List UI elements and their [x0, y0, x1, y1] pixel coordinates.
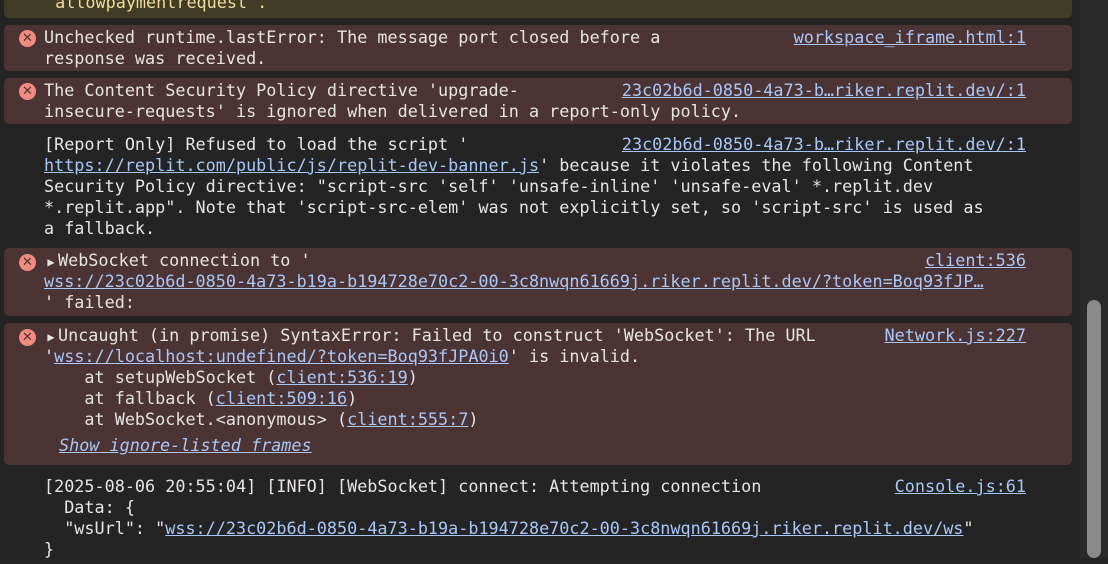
source-link[interactable]: 23c02b6d-0850-4a73-b…riker.replit.dev/:1 [621, 134, 1026, 155]
message-text-line: response was received. [44, 48, 267, 68]
scrollbar-thumb[interactable] [1087, 300, 1101, 558]
script-url-link[interactable]: https://replit.com/public/js/replit-dev-… [44, 155, 539, 175]
message-text-line: https://replit.com/public/js/replit-dev-… [44, 155, 974, 176]
message-text-line: The Content Security Policy directive 'u… [44, 80, 519, 100]
console-error-runtime-lasterror: ✕ Unchecked runtime.lastError: The messa… [4, 25, 1072, 71]
ws-url-link[interactable]: wss://23c02b6d-0850-4a73-b19a-b194728e70… [165, 518, 963, 538]
console-error-uncaught-syntaxerror[interactable]: ✕ ▶ Uncaught (in promise) SyntaxError: Fa… [4, 323, 1072, 465]
message-text-line: } [44, 539, 55, 559]
invalid-url-link[interactable]: wss://localhost:undefined/?token=Boq93fJ… [54, 346, 509, 366]
stack-frame-link[interactable]: client:555:7 [347, 409, 468, 429]
message-text-line: Unchecked runtime.lastError: The message… [44, 27, 661, 47]
websocket-url-link[interactable]: wss://23c02b6d-0850-4a73-b19a-b194728e70… [44, 271, 984, 292]
message-text-line: ▶ Uncaught (in promise) SyntaxError: Fail… [44, 325, 815, 348]
source-link[interactable]: Console.js:61 [894, 476, 1026, 497]
error-circle-icon: ✕ [19, 30, 36, 47]
message-text-line: ' failed: [44, 292, 135, 312]
stack-frame: at setupWebSocket (client:536:19) [44, 367, 418, 387]
error-circle-icon: ✕ [19, 83, 36, 100]
message-text-line: insecure-requests' is ignored when deliv… [44, 101, 742, 121]
message-text-line: ▶ WebSocket connection to ' [44, 250, 310, 273]
warning-text: 'allowpaymentrequest'. [45, 0, 268, 12]
console-error-csp-upgrade: ✕ The Content Security Policy directive … [4, 78, 1072, 124]
error-circle-icon: ✕ [19, 254, 36, 271]
show-ignore-listed-frames-link[interactable]: Show ignore-listed frames [59, 435, 312, 456]
warning-message: 'allowpaymentrequest'. [4, 0, 1072, 18]
source-link[interactable]: client:536 [924, 250, 1026, 271]
source-link[interactable]: workspace_iframe.html:1 [793, 27, 1026, 48]
source-link[interactable]: 23c02b6d-0850-4a73-b…riker.replit.dev/:1 [621, 80, 1026, 101]
console-report-only-message: [Report Only] Refused to load the script… [4, 132, 1072, 242]
message-text-line: [Report Only] Refused to load the script… [44, 134, 469, 154]
stack-frame: at WebSocket.<anonymous> (client:555:7) [44, 409, 479, 429]
expand-triangle-icon[interactable]: ▶ [44, 327, 58, 348]
message-text-line: 'wss://localhost:undefined/?token=Boq93f… [44, 346, 641, 366]
message-text-line: [2025-08-06 20:55:04] [INFO] [WebSocket]… [44, 476, 762, 496]
source-link[interactable]: Network.js:227 [884, 325, 1026, 346]
console-error-websocket-failed[interactable]: ✕ ▶ WebSocket connection to ' wss://23c02… [4, 248, 1072, 316]
message-text-line: Security Policy directive: "script-src '… [44, 176, 934, 196]
message-text-line: "wsUrl": "wss://23c02b6d-0850-4a73-b19a-… [44, 518, 974, 538]
stack-frame-link[interactable]: client:536:19 [276, 367, 407, 387]
expand-triangle-icon[interactable]: ▶ [44, 252, 58, 273]
message-text-line: Data: { [44, 497, 135, 517]
error-circle-icon: ✕ [19, 329, 36, 346]
stack-frame: at fallback (client:509:16) [44, 388, 358, 408]
stack-frame-link[interactable]: client:509:16 [216, 388, 347, 408]
message-text-line: a fallback. [44, 218, 156, 238]
console-info-websocket-connect: [2025-08-06 20:55:04] [INFO] [WebSocket]… [4, 474, 1072, 564]
message-text-fragment: ' because it violates the following Cont… [539, 155, 974, 175]
message-text-line: *.replit.app". Note that 'script-src-ele… [44, 197, 984, 217]
